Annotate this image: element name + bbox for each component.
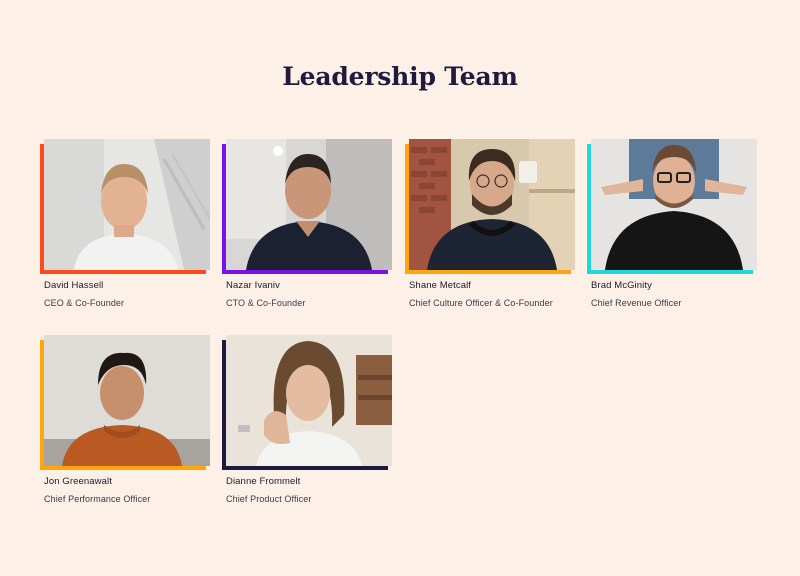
member-photo-frame [40,139,210,274]
member-role: Chief Revenue Officer [591,298,682,308]
member-name: Nazar Ivaniv [226,280,280,291]
member-photo [409,139,575,270]
member-photo [44,335,210,466]
team-member-card[interactable]: Jon Greenawalt Chief Performance Officer [40,335,210,504]
team-member-card[interactable]: Shane Metcalf Chief Culture Officer & Co… [405,139,575,308]
member-photo-frame [222,139,392,274]
member-role: CTO & Co-Founder [226,298,306,308]
member-photo-frame [587,139,757,274]
member-photo [226,335,392,466]
member-photo-frame [40,335,210,470]
member-role: Chief Culture Officer & Co-Founder [409,298,553,308]
team-member-card[interactable]: Nazar Ivaniv CTO & Co-Founder [222,139,392,308]
member-photo [226,139,392,270]
team-member-card[interactable]: Brad McGinity Chief Revenue Officer [587,139,757,308]
member-photo-frame [405,139,575,274]
member-role: Chief Performance Officer [44,494,151,504]
member-photo [44,139,210,270]
page-title: Leadership Team [282,62,518,91]
member-name: Jon Greenawalt [44,476,112,487]
member-role: CEO & Co-Founder [44,298,125,308]
team-member-card[interactable]: Dianne Frommelt Chief Product Officer [222,335,392,504]
member-name: Brad McGinity [591,280,652,291]
member-photo-frame [222,335,392,470]
member-role: Chief Product Officer [226,494,312,504]
member-name: David Hassell [44,280,104,291]
team-member-card[interactable]: David Hassell CEO & Co-Founder [40,139,210,308]
member-name: Dianne Frommelt [226,476,301,487]
member-photo [591,139,757,270]
member-name: Shane Metcalf [409,280,472,291]
